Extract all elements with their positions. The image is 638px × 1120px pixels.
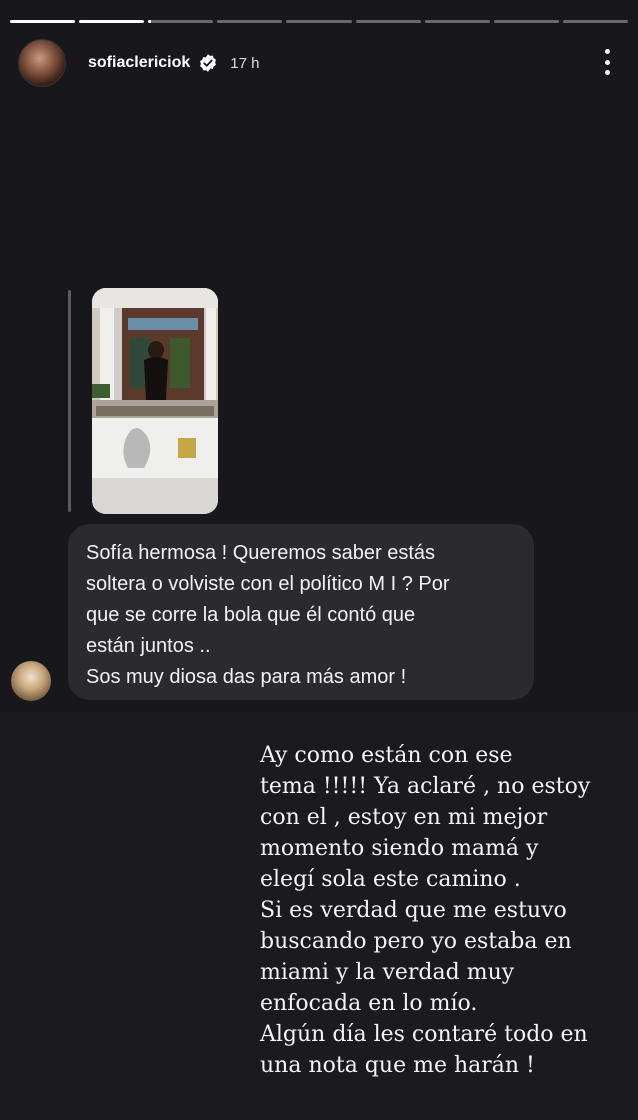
question-line: Sos muy diosa das para más amor !	[86, 666, 407, 688]
story-progress-bar	[10, 20, 628, 23]
verified-badge-icon	[200, 54, 217, 72]
question-line: que se corre la bola que él contó que	[86, 604, 416, 626]
progress-segment	[493, 20, 559, 23]
question-line: Sofía hermosa ! Queremos saber estás	[86, 542, 436, 564]
thumbnail-image	[92, 288, 218, 514]
story-header: sofiaclericiok 17 h	[18, 38, 620, 88]
asker-avatar	[11, 661, 51, 701]
progress-segment	[286, 20, 352, 23]
question-bubble: Sofía hermosa ! Queremos saber estás solt…	[68, 524, 534, 700]
question-line: soltera o volviste con el político M I ?…	[86, 573, 450, 595]
post-time: 17 h	[230, 54, 260, 72]
more-vertical-icon[interactable]	[604, 49, 610, 75]
progress-segment	[355, 20, 421, 23]
reply-quote-line	[68, 290, 71, 512]
progress-segment	[10, 20, 76, 23]
answer-text: Ay como están con ese tema !!!!! Ya acla…	[260, 743, 591, 1078]
username[interactable]: sofiaclericiok	[88, 54, 190, 72]
progress-segment	[148, 20, 214, 23]
progress-segment	[217, 20, 283, 23]
shared-story-thumbnail[interactable]	[92, 288, 218, 514]
profile-avatar[interactable]	[18, 39, 66, 87]
progress-segment	[79, 20, 145, 23]
progress-segment	[562, 20, 628, 23]
question-line: están juntos ..	[86, 635, 211, 657]
progress-segment	[424, 20, 490, 23]
